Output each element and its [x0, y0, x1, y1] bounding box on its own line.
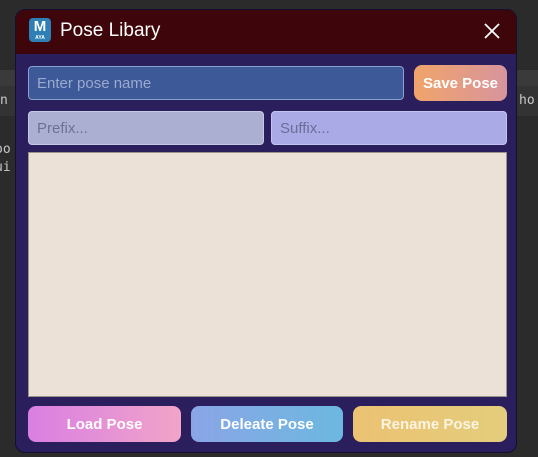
pose-library-dialog: M AYA Pose Libary Save Pose Load Pose De… — [15, 9, 517, 453]
pose-name-input[interactable] — [28, 66, 404, 100]
title-bar: M AYA Pose Libary — [16, 10, 516, 54]
delete-pose-button[interactable]: Deleate Pose — [191, 406, 343, 442]
host-text-fragment: ho — [519, 93, 535, 108]
host-text-fragment: ui — [0, 160, 11, 175]
rename-pose-button[interactable]: Rename Pose — [353, 406, 507, 442]
prefix-input[interactable] — [28, 111, 264, 145]
close-button[interactable] — [482, 21, 502, 41]
maya-app-icon: M AYA — [29, 18, 51, 42]
host-text-fragment: n — [0, 93, 8, 108]
app-icon-sub-label: AYA — [35, 35, 45, 41]
close-icon — [484, 23, 500, 39]
suffix-input[interactable] — [271, 111, 507, 145]
app-icon-letter: M — [33, 18, 47, 35]
host-text-fragment: oo — [0, 142, 11, 157]
load-pose-button[interactable]: Load Pose — [28, 406, 181, 442]
pose-list[interactable] — [28, 152, 507, 397]
dialog-title: Pose Libary — [60, 20, 161, 41]
save-pose-button[interactable]: Save Pose — [414, 65, 507, 101]
